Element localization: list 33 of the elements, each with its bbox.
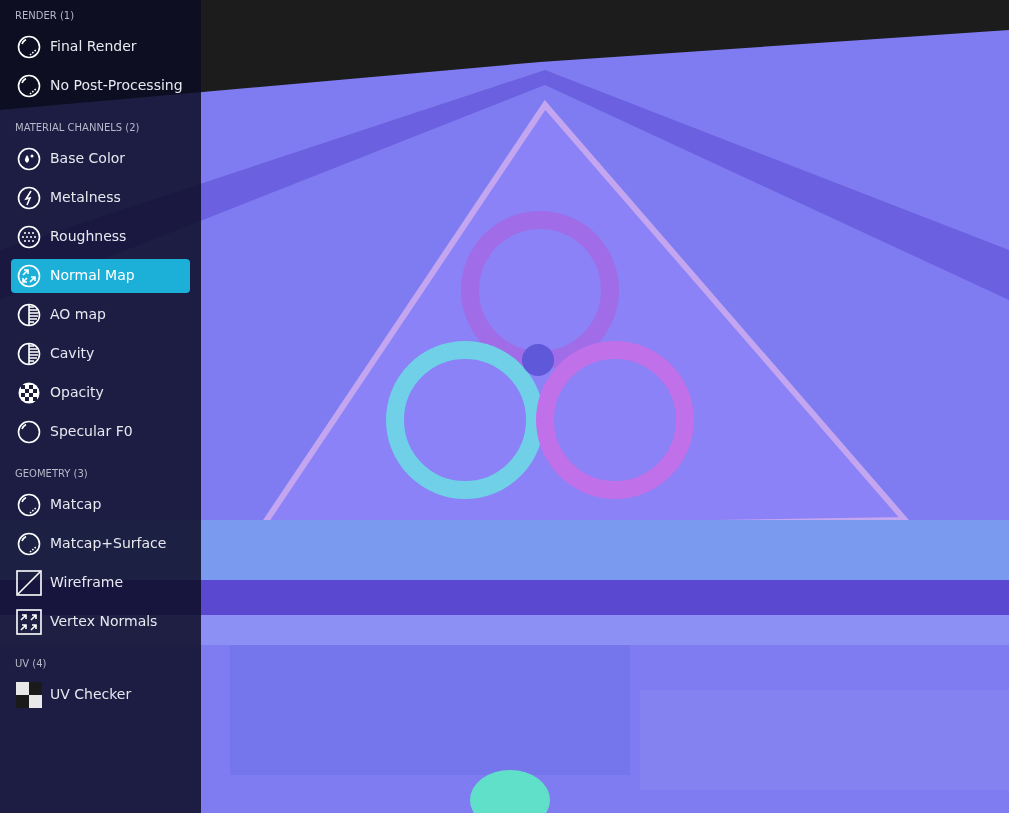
lightning-icon (17, 185, 41, 210)
view-mode-item[interactable]: Vertex Normals (11, 604, 190, 639)
checker-sphere-icon (17, 380, 41, 405)
expand-arrows-icon (16, 608, 42, 635)
section-heading: UV (4) (14, 658, 48, 670)
checker-icon (16, 681, 42, 708)
view-mode-item[interactable]: Opacity (11, 375, 190, 410)
view-mode-item[interactable]: No Post-Processing (11, 68, 190, 103)
half-circle-icon (17, 302, 41, 327)
view-mode-item[interactable]: Cavity (11, 336, 190, 371)
wireframe-icon (16, 569, 42, 596)
view-mode-item[interactable]: Matcap+Surface (11, 526, 190, 561)
view-mode-item[interactable]: Roughness (11, 219, 190, 254)
arrows-icon (17, 263, 41, 288)
sphere-icon (17, 531, 41, 556)
sphere-icon (17, 34, 41, 59)
view-mode-item[interactable]: Base Color (11, 141, 190, 176)
sphere-icon (17, 419, 41, 444)
view-mode-item[interactable]: AO map (11, 297, 190, 332)
view-mode-item[interactable]: Matcap (11, 487, 190, 522)
view-mode-item[interactable]: Metalness (11, 180, 190, 215)
view-mode-item[interactable]: UV Checker (11, 677, 190, 712)
drop-icon (17, 146, 41, 171)
section-heading: GEOMETRY (3) (14, 468, 89, 480)
section-heading: RENDER (1) (14, 10, 76, 22)
sphere-icon (17, 73, 41, 98)
view-mode-item[interactable]: Final Render (11, 29, 190, 64)
section-heading: MATERIAL CHANNELS (2) (14, 122, 141, 134)
view-mode-item[interactable]: Specular F0 (11, 414, 190, 449)
half-circle-icon (17, 341, 41, 366)
dotted-sphere-icon (17, 224, 41, 249)
sphere-icon (17, 492, 41, 517)
view-mode-item[interactable]: Wireframe (11, 565, 190, 600)
